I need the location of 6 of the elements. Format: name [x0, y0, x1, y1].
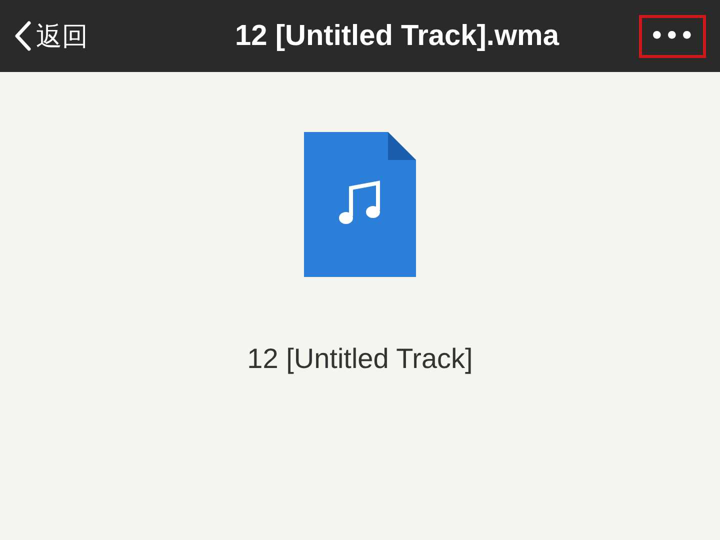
window-title: 12 [Untitled Track].wma: [234, 20, 560, 52]
audio-file-icon: [304, 132, 416, 277]
back-chevron-icon: [14, 20, 32, 52]
back-button[interactable]: 返回: [14, 18, 164, 54]
file-name: 12 [Untitled Track]: [247, 343, 473, 375]
more-button[interactable]: •••: [638, 14, 706, 58]
